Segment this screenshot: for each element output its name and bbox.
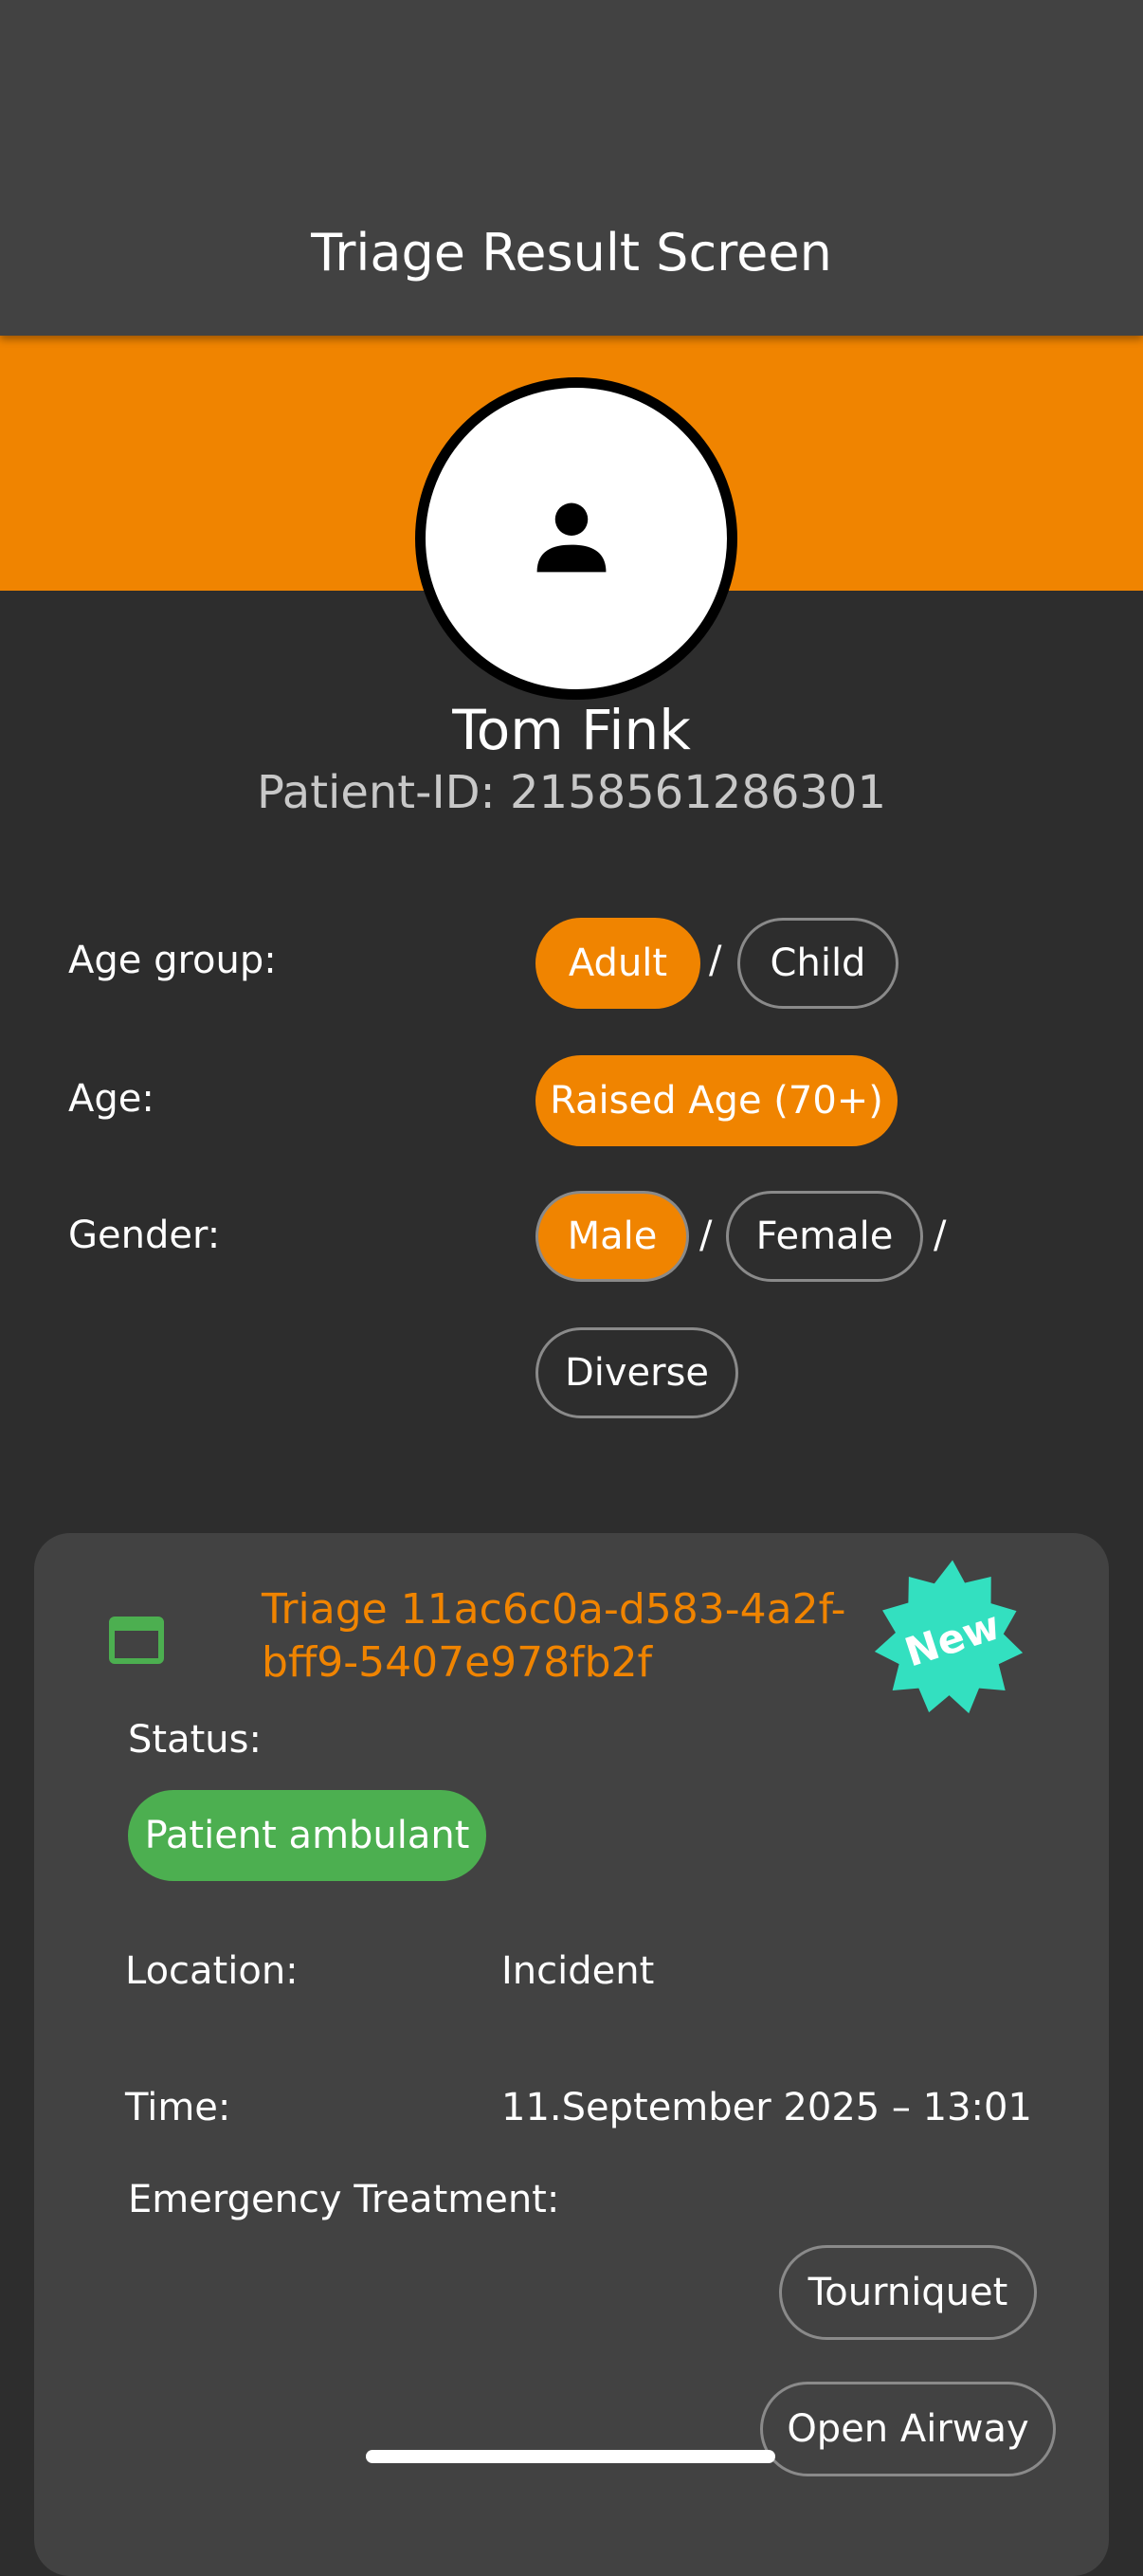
gender-diverse-chip[interactable]: Diverse (535, 1327, 738, 1418)
age-label: Age: (68, 1077, 154, 1121)
gender-separator: / (934, 1214, 947, 1257)
age-group-adult-chip[interactable]: Adult (535, 918, 700, 1009)
home-indicator[interactable] (366, 2450, 775, 2463)
treatment-open-airway-chip[interactable]: Open Airway (760, 2382, 1056, 2476)
age-group-child-chip[interactable]: Child (737, 918, 898, 1009)
patient-avatar (415, 377, 737, 700)
patient-name: Tom Fink (452, 698, 691, 762)
time-value: 11.September 2025 – 13:01 (501, 2086, 1032, 2129)
emergency-treatment-label: Emergency Treatment: (128, 2178, 560, 2221)
window-icon (109, 1617, 164, 1664)
new-badge: New (870, 1557, 1035, 1726)
gender-female-chip[interactable]: Female (726, 1191, 923, 1282)
triage-title: Triage 11ac6c0a-d583-4a2f-bff9-5407e978f… (262, 1585, 846, 1687)
location-value: Incident (501, 1949, 655, 1993)
age-group-separator: / (709, 939, 722, 982)
location-label: Location: (125, 1949, 299, 1993)
status-badge: Patient ambulant (128, 1790, 486, 1881)
treatment-tourniquet-chip[interactable]: Tourniquet (779, 2245, 1037, 2340)
gender-label: Gender: (68, 1214, 221, 1257)
age-raised-chip[interactable]: Raised Age (70+) (535, 1055, 898, 1146)
screen-title: Triage Result Screen (311, 223, 832, 283)
age-group-label: Age group: (68, 939, 277, 982)
app-bar: Triage Result Screen (0, 0, 1143, 336)
status-label: Status: (128, 1718, 262, 1762)
time-label: Time: (125, 2086, 231, 2129)
patient-id: Patient-ID: 2158561286301 (256, 766, 886, 819)
person-icon (536, 502, 607, 573)
gender-separator: / (699, 1214, 713, 1257)
gender-male-chip[interactable]: Male (535, 1191, 689, 1282)
